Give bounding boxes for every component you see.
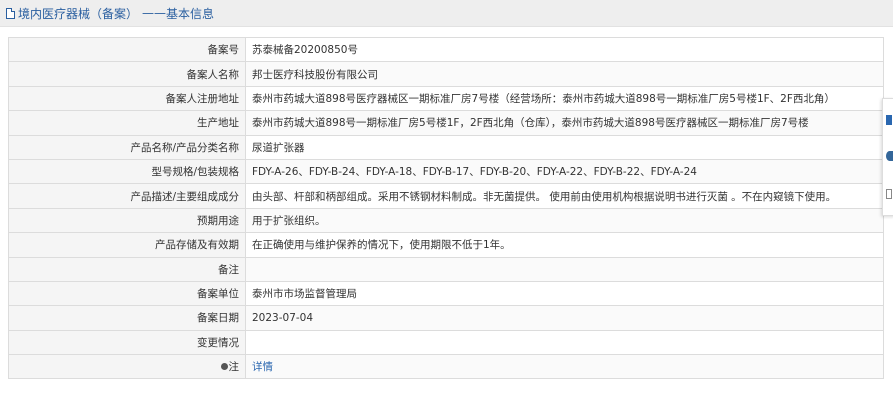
row-label: 预期用途 xyxy=(8,207,246,234)
row-value: FDY-A-26、FDY-B-24、FDY-A-18、FDY-B-17、FDY-… xyxy=(245,158,884,185)
row-label: 备案人注册地址 xyxy=(8,85,246,112)
row-value: 泰州市药城大道898号一期标准厂房5号楼1F，2F西北角（仓库），泰州市药城大道… xyxy=(245,110,884,136)
note-label-cell: 注 xyxy=(8,354,246,380)
row-label: 备案人名称 xyxy=(8,61,246,87)
row-value xyxy=(245,256,884,282)
table-row: 生产地址 泰州市药城大道898号一期标准厂房5号楼1F，2F西北角（仓库），泰州… xyxy=(8,110,884,136)
table-row: 备案人注册地址 泰州市药城大道898号医疗器械区一期标准厂房7号楼（经营场所：泰… xyxy=(8,85,884,112)
row-value: 用于扩张组织。 xyxy=(245,207,884,234)
table-row: 备案人名称 邦士医疗科技股份有限公司 xyxy=(8,61,884,87)
table-row: 产品存储及有效期 在正确使用与维护保养的情况下，使用期限不低于1年。 xyxy=(8,232,884,258)
row-value: 泰州市市场监督管理局 xyxy=(245,280,884,307)
row-label: 备注 xyxy=(8,256,246,282)
page-header: 境内医疗器械（备案） —— 基本信息 xyxy=(0,0,893,27)
table-row-note: 注 详情 xyxy=(8,354,884,380)
table-row: 产品描述/主要组成成分 由头部、杆部和柄部组成。采用不锈钢材料制成。非无菌提供。… xyxy=(8,183,884,209)
row-label: 备案号 xyxy=(8,36,246,63)
row-value: 在正确使用与维护保养的情况下，使用期限不低于1年。 xyxy=(245,232,884,258)
table-row: 预期用途 用于扩张组织。 xyxy=(8,207,884,234)
document-icon xyxy=(6,7,15,19)
table-row: 备注 xyxy=(8,256,884,282)
row-value: 邦士医疗科技股份有限公司 xyxy=(245,61,884,87)
pin-icon xyxy=(220,362,228,370)
header-title: 境内医疗器械（备案） xyxy=(18,6,139,21)
row-label: 生产地址 xyxy=(8,110,246,136)
table-row: 备案号 苏泰械备20200850号 xyxy=(8,36,884,63)
row-value: 泰州市药城大道898号医疗器械区一期标准厂房7号楼（经营场所：泰州市药城大道89… xyxy=(245,85,884,112)
row-value xyxy=(245,329,884,356)
table-row: 产品名称/产品分类名称 尿道扩张器 xyxy=(8,134,884,160)
row-label: 备案日期 xyxy=(8,305,246,331)
header-separator: —— xyxy=(142,6,167,20)
toolbar-item-icon[interactable] xyxy=(886,151,893,161)
row-label: 产品名称/产品分类名称 xyxy=(8,134,246,160)
details-link[interactable]: 详情 xyxy=(252,361,273,373)
row-value: 由头部、杆部和柄部组成。采用不锈钢材料制成。非无菌提供。 使用前由使用机构根据说… xyxy=(245,183,884,209)
table-row: 型号规格/包装规格 FDY-A-26、FDY-B-24、FDY-A-18、FDY… xyxy=(8,158,884,185)
info-table: 备案号 苏泰械备20200850号 备案人名称 邦士医疗科技股份有限公司 备案人… xyxy=(8,36,884,380)
row-label: 备案单位 xyxy=(8,280,246,307)
side-float-toolbar[interactable] xyxy=(882,98,893,216)
table-row: 变更情况 xyxy=(8,329,884,356)
table-row: 备案单位 泰州市市场监督管理局 xyxy=(8,280,884,307)
row-value: 尿道扩张器 xyxy=(245,134,884,160)
toolbar-item-icon[interactable] xyxy=(886,115,892,125)
table-row: 备案日期 2023-07-04 xyxy=(8,305,884,331)
row-value: 苏泰械备20200850号 xyxy=(245,36,884,63)
row-label: 产品存储及有效期 xyxy=(8,232,246,258)
row-label: 产品描述/主要组成成分 xyxy=(8,183,246,209)
note-value-cell: 详情 xyxy=(245,354,884,380)
row-label: 变更情况 xyxy=(8,329,246,356)
header-subtitle: 基本信息 xyxy=(166,6,215,21)
row-label: 型号规格/包装规格 xyxy=(8,158,246,185)
row-value: 2023-07-04 xyxy=(245,305,884,331)
note-label: 注 xyxy=(228,361,240,374)
toolbar-item-icon[interactable] xyxy=(886,189,892,199)
